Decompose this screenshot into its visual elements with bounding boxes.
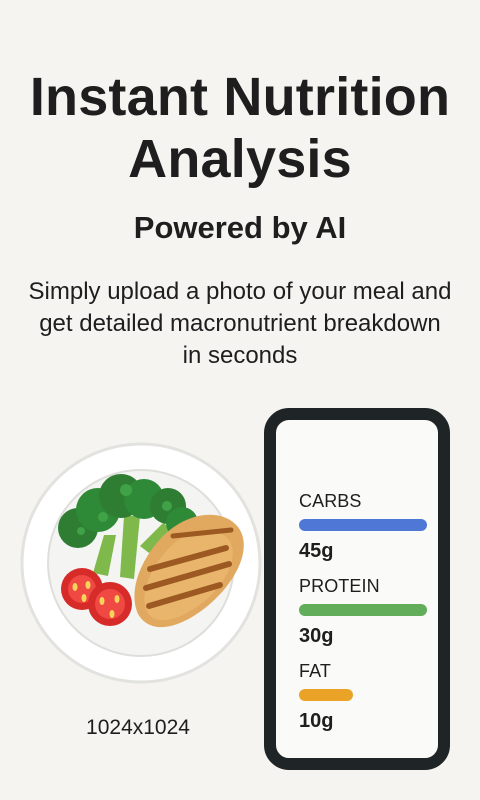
macro-label: CARBS (299, 491, 362, 511)
macro-breakdown-panel: CARBS 45g PROTEIN 30g FAT 10g (299, 490, 427, 733)
hero-title: Instant Nutrition Analysis (29, 67, 451, 189)
macro-label: PROTEIN (299, 576, 380, 596)
macro-bar (299, 519, 427, 531)
meal-plate-illustration (20, 442, 262, 684)
macro-label: FAT (299, 661, 331, 681)
macro-bar (299, 604, 427, 616)
macro-value: 45g (299, 540, 334, 562)
macro-carbs: CARBS 45g (299, 490, 427, 563)
hero-subtitle: Powered by AI (133, 210, 347, 245)
hero-description: Simply upload a photo of your meal and g… (28, 278, 452, 369)
macro-value: 30g (299, 625, 334, 647)
macro-protein: PROTEIN 30g (299, 575, 427, 648)
macro-fat: FAT 10g (299, 660, 427, 733)
image-size-label: 1024x1024 (86, 716, 190, 739)
macro-value: 10g (299, 710, 334, 732)
macro-bar (299, 689, 353, 701)
phone-mockup: CARBS 45g PROTEIN 30g FAT 10g (264, 408, 450, 770)
